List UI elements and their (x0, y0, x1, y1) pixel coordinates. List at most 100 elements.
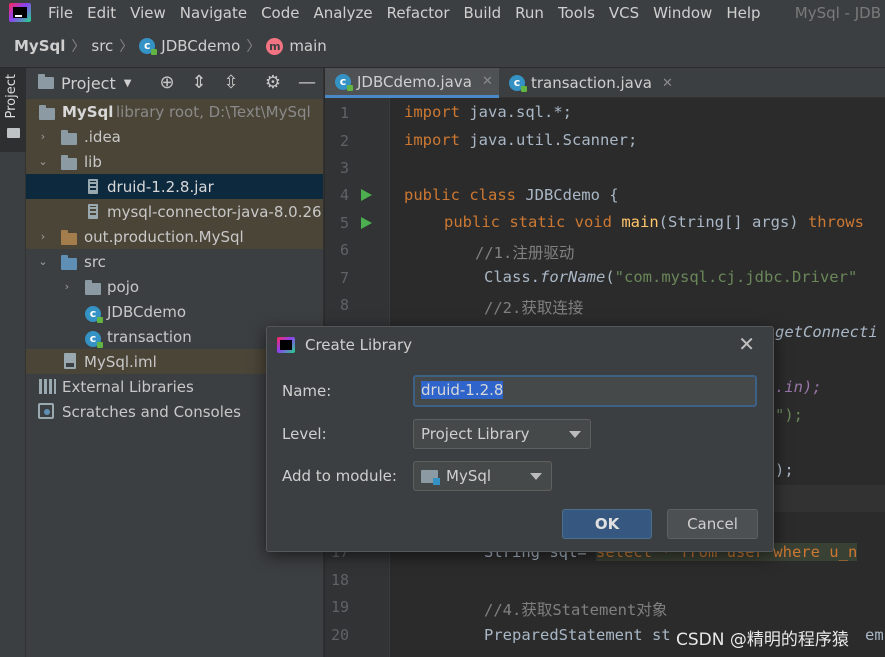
code-line-12-fragment: "); (775, 406, 803, 424)
run-icon[interactable] (361, 217, 372, 229)
tree-item-label: transaction (107, 327, 192, 346)
menu-tools[interactable]: Tools (551, 4, 602, 22)
libraries-icon (39, 379, 56, 394)
tree-item-mysql-connector-jar[interactable]: mysql-connector-java-8.0.26.j (26, 199, 323, 224)
chevron-down-icon[interactable]: ⌄ (38, 255, 48, 268)
breadcrumb-class[interactable]: JDBCdemo (161, 37, 240, 55)
tab-label: JDBCdemo.java (357, 72, 472, 91)
menu-window[interactable]: Window (646, 4, 719, 22)
close-icon[interactable]: ✕ (482, 74, 493, 89)
package-icon (85, 280, 101, 295)
breadcrumb: MySql 〉 src 〉 c JDBCdemo 〉 m main (0, 25, 885, 68)
hide-panel-icon[interactable]: — (297, 73, 317, 93)
tree-item-label: External Libraries (62, 377, 194, 396)
iml-file-icon (64, 353, 76, 369)
menu-analyze[interactable]: Analyze (306, 4, 379, 22)
line-number: 4 (339, 186, 349, 204)
intellij-logo-icon (9, 3, 31, 22)
menu-vcs[interactable]: VCS (602, 4, 646, 22)
tree-item-label: Scratches and Consoles (62, 402, 241, 421)
add-to-module-label: Add to module: (282, 467, 397, 485)
folder-icon (61, 130, 77, 145)
chevron-right-icon: 〉 (119, 39, 134, 55)
menu-bar: File Edit View Navigate Code Analyze Ref… (0, 0, 885, 25)
jar-icon (88, 179, 98, 194)
tree-item-lib[interactable]: ⌄ lib (26, 149, 323, 174)
menu-view[interactable]: View (123, 4, 173, 22)
tree-item-label: JDBCdemo (107, 302, 187, 321)
breadcrumb-method[interactable]: main (289, 37, 326, 55)
expand-all-icon[interactable]: ⇕ (189, 73, 209, 93)
code-line-11-fragment: .in); (775, 378, 822, 396)
folder-icon (61, 230, 77, 245)
close-icon[interactable]: ✕ (662, 76, 673, 91)
chevron-down-icon (569, 431, 581, 438)
project-tool-button[interactable]: Project (0, 68, 26, 152)
close-icon[interactable]: ✕ (738, 332, 755, 356)
menu-build[interactable]: Build (457, 4, 509, 22)
line-number: 3 (339, 159, 349, 177)
method-icon: m (266, 37, 284, 55)
jar-icon (88, 204, 98, 219)
source-folder-icon (61, 255, 77, 270)
chevron-down-icon[interactable]: ⌄ (38, 155, 48, 168)
class-icon: c (335, 73, 353, 91)
breadcrumb-project[interactable]: MySql (14, 37, 65, 55)
code-line-1: import java.sql.*; (404, 103, 572, 121)
menu-edit[interactable]: Edit (80, 4, 123, 22)
tab-transaction[interactable]: c transaction.java ✕ (499, 68, 679, 98)
ok-button[interactable]: OK (562, 509, 652, 539)
menu-refactor[interactable]: Refactor (380, 4, 457, 22)
code-line-5: public static void main(String[] args) t… (444, 213, 864, 231)
code-line-20: PreparedStatement st (484, 626, 671, 644)
folder-icon (61, 155, 77, 170)
tool-window-strip: Project (0, 68, 26, 657)
intellij-logo-icon (277, 337, 295, 353)
chevron-down-icon (530, 473, 542, 480)
line-number: 5 (339, 214, 349, 232)
scratches-icon (38, 403, 54, 419)
menu-navigate[interactable]: Navigate (173, 4, 254, 22)
tree-item-label: pojo (107, 277, 140, 296)
module-select[interactable]: MySql (413, 461, 552, 491)
code-line-7: Class.forName("com.mysql.cj.jdbc.Driver" (484, 268, 858, 286)
locate-target-icon[interactable]: ⊕ (157, 73, 177, 93)
chevron-right-icon[interactable]: › (38, 230, 48, 243)
chevron-right-icon[interactable]: › (62, 280, 72, 293)
code-line-14-fragment: ); (775, 461, 794, 479)
code-line-4: public class JDBCdemo { (404, 186, 619, 204)
menu-run[interactable]: Run (508, 4, 551, 22)
tree-item-src[interactable]: ⌄ src (26, 249, 323, 274)
menu-file[interactable]: File (41, 4, 80, 22)
code-line-19: //4.获取Statement对象 (484, 601, 668, 619)
tree-item-label: druid-1.2.8.jar (107, 177, 214, 196)
tree-item-mysql-root[interactable]: ⌄ MySql library root, D:\Text\MySql (26, 99, 323, 124)
chevron-right-icon: 〉 (246, 39, 261, 55)
tree-item-pojo[interactable]: › pojo (26, 274, 323, 299)
library-name-input[interactable]: druid-1.2.8 (413, 375, 757, 407)
library-name-value: druid-1.2.8 (421, 381, 504, 399)
cancel-button[interactable]: Cancel (667, 509, 758, 539)
tree-item-idea[interactable]: › .idea (26, 124, 323, 149)
tab-jdbcdemo[interactable]: c JDBCdemo.java ✕ (325, 68, 499, 98)
level-select[interactable]: Project Library (413, 419, 591, 449)
gear-icon[interactable]: ⚙ (263, 73, 283, 93)
tree-item-label: MySql.iml (84, 352, 157, 371)
collapse-all-icon[interactable]: ⇳ (221, 73, 241, 93)
menu-code[interactable]: Code (254, 4, 306, 22)
breadcrumb-src[interactable]: src (91, 37, 113, 55)
tree-item-druid-jar[interactable]: druid-1.2.8.jar (26, 174, 323, 199)
class-icon: c (85, 331, 103, 348)
tree-item-out-production[interactable]: › out.production.MySql (26, 224, 323, 249)
project-view-selector[interactable]: Project (61, 74, 116, 93)
chevron-right-icon[interactable]: › (38, 130, 48, 143)
tree-item-jdbcdemo[interactable]: c JDBCdemo (26, 299, 323, 324)
menu-help[interactable]: Help (719, 4, 767, 22)
chevron-down-icon[interactable]: ▼ (124, 78, 132, 89)
module-select-value: MySql (446, 467, 492, 485)
folder-icon (38, 74, 54, 89)
run-icon[interactable] (361, 189, 372, 201)
line-number: 20 (330, 626, 349, 644)
project-tool-label: Project (4, 74, 19, 119)
tree-item-label: MySql (62, 102, 114, 121)
